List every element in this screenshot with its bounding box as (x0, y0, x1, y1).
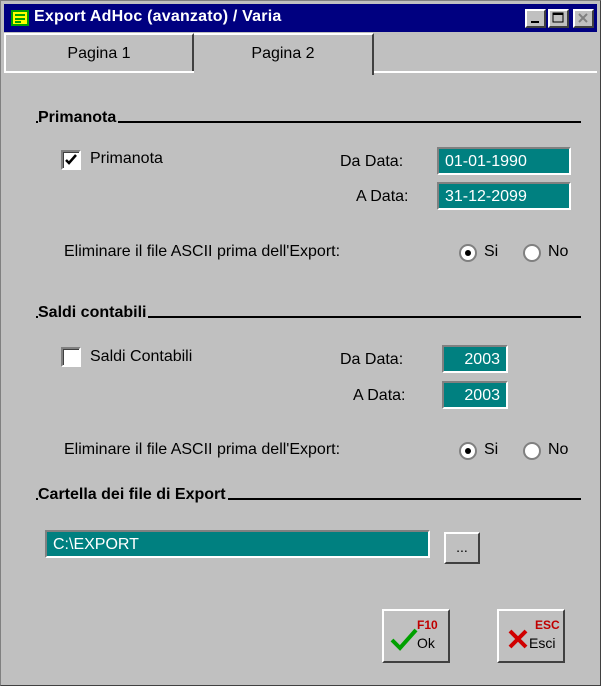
ok-button[interactable]: F10 Ok (382, 609, 450, 663)
primanota-radio-si-label: Si (484, 243, 499, 260)
export-window: Export AdHoc (avanzato) / Varia Pagina 1… (0, 0, 601, 686)
tab-divider-left (4, 71, 194, 73)
check-icon (65, 154, 77, 165)
primanota-a-data-label: A Data: (356, 188, 409, 205)
esci-label: Esci (529, 635, 556, 651)
tab-pagina-2[interactable]: Pagina 2 (194, 33, 374, 75)
saldi-section-title: Saldi contabili (38, 304, 149, 322)
esci-hotkey: ESC (535, 618, 560, 632)
ok-label: Ok (417, 635, 435, 651)
ok-hotkey: F10 (417, 618, 438, 632)
minimize-icon (531, 21, 539, 23)
saldi-radio-no[interactable] (523, 442, 541, 460)
tab-bar: Pagina 1 Pagina 2 (1, 33, 600, 75)
saldi-a-data-label: A Data: (353, 387, 406, 404)
browse-folder-button[interactable]: ... (444, 532, 480, 564)
close-button[interactable] (573, 9, 594, 28)
title-bar[interactable]: Export AdHoc (avanzato) / Varia (4, 4, 597, 32)
esci-button[interactable]: ESC Esci (497, 609, 565, 663)
cancel-x-icon (508, 629, 528, 649)
primanota-radio-no[interactable] (523, 244, 541, 262)
saldi-da-data-field[interactable]: 2003 (442, 345, 508, 373)
saldi-da-data-label: Da Data: (340, 351, 404, 368)
primanota-checkbox-label: Primanota (90, 150, 163, 167)
primanota-da-data-label: Da Data: (340, 153, 404, 170)
saldi-radio-si[interactable] (459, 442, 477, 460)
checkmark-icon (390, 628, 418, 651)
minimize-button[interactable] (525, 9, 546, 28)
saldi-delete-question: Eliminare il file ASCII prima dell'Expor… (64, 441, 341, 458)
primanota-delete-question: Eliminare il file ASCII prima dell'Expor… (64, 243, 341, 260)
saldi-radio-si-label: Si (484, 441, 499, 458)
maximize-button[interactable] (548, 9, 569, 28)
tab-divider-right (374, 71, 597, 73)
tab-pagina-1[interactable]: Pagina 1 (4, 33, 194, 73)
primanota-radio-no-label: No (548, 243, 569, 260)
close-icon (578, 13, 588, 23)
saldi-a-data-field[interactable]: 2003 (442, 381, 508, 409)
primanota-a-data-field[interactable]: 31-12-2099 (437, 182, 571, 210)
primanota-section-title: Primanota (38, 109, 119, 127)
export-folder-field[interactable]: C:\EXPORT (45, 530, 430, 558)
saldi-checkbox-label: Saldi Contabili (90, 348, 193, 365)
saldi-radio-no-label: No (548, 441, 569, 458)
cartella-section-title: Cartella dei file di Export (38, 486, 228, 504)
window-title: Export AdHoc (avanzato) / Varia (34, 8, 282, 25)
maximize-icon (552, 12, 564, 23)
saldi-checkbox[interactable] (61, 347, 81, 367)
app-icon (11, 10, 29, 26)
primanota-radio-si[interactable] (459, 244, 477, 262)
primanota-checkbox[interactable] (61, 150, 81, 170)
primanota-da-data-field[interactable]: 01-01-1990 (437, 147, 571, 175)
